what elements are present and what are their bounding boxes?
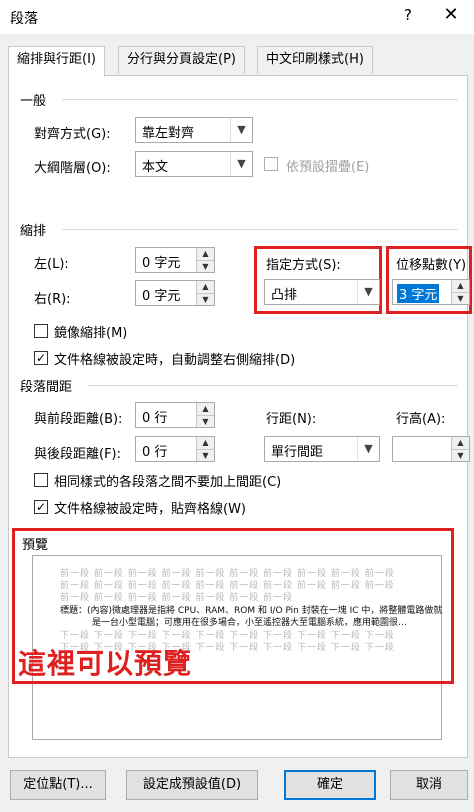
spin-down-icon[interactable]: ▼: [196, 415, 214, 427]
auto-adjust-right-indent-checkbox[interactable]: ✓: [34, 351, 48, 365]
collapse-label: 依預設摺疊(E): [286, 160, 370, 175]
outline-level-select[interactable]: 本文 ▼: [135, 151, 253, 177]
close-button[interactable]: ✕: [438, 4, 464, 28]
line-spacing-value: 單行間距: [271, 445, 324, 460]
title-bar: 段落 ? ✕: [0, 0, 474, 34]
spacing-section-title: 段落間距: [20, 380, 73, 395]
indent-by-label: 位移點數(Y): [396, 258, 467, 273]
spacing-after-value: 0 行: [142, 445, 168, 460]
left-indent-label: 左(L):: [34, 257, 69, 272]
right-indent-value: 0 字元: [142, 289, 181, 304]
general-section-title: 一般: [20, 94, 47, 109]
tab-indents-spacing[interactable]: 縮排與行距(I): [8, 46, 105, 77]
spin-up-icon[interactable]: ▲: [196, 437, 214, 449]
chevron-down-icon: ▼: [230, 152, 252, 176]
tab-line-page-breaks[interactable]: 分行與分頁設定(P): [118, 46, 245, 74]
no-space-same-style-label: 相同樣式的各段落之間不要加上間距(C): [54, 475, 282, 490]
indent-section-title: 縮排: [20, 224, 47, 239]
alignment-label: 對齊方式(G):: [34, 127, 111, 142]
line-height-label: 行高(A):: [396, 412, 446, 427]
spin-up-icon[interactable]: ▲: [451, 437, 469, 449]
line-spacing-label: 行距(N):: [266, 412, 317, 427]
alignment-select[interactable]: 靠左對齊 ▼: [135, 117, 253, 143]
set-as-default-button[interactable]: 設定成預設值(D): [126, 770, 258, 800]
help-button[interactable]: ?: [396, 6, 420, 28]
spin-up-icon[interactable]: ▲: [196, 403, 214, 415]
special-indent-select[interactable]: 凸排 ▼: [264, 279, 380, 305]
auto-adjust-right-indent-label: 文件格線被設定時，自動調整右側縮排(D): [54, 353, 296, 368]
spin-down-icon[interactable]: ▼: [196, 260, 214, 272]
line-spacing-select[interactable]: 單行間距 ▼: [264, 436, 380, 462]
special-indent-value: 凸排: [271, 288, 298, 303]
preview-annotation: 這裡可以預覽: [18, 647, 193, 680]
left-indent-value: 0 字元: [142, 256, 181, 271]
no-space-same-style-checkbox[interactable]: [34, 473, 48, 487]
spacing-after-input[interactable]: 0 行 ▲ ▼: [135, 436, 215, 462]
spacing-after-label: 與後段距離(F):: [34, 447, 122, 462]
spin-up-icon[interactable]: ▲: [196, 248, 214, 260]
spin-down-icon[interactable]: ▼: [451, 292, 469, 304]
collapse-checkbox[interactable]: [264, 157, 278, 171]
divider: [62, 229, 458, 230]
right-indent-label: 右(R):: [34, 292, 71, 307]
tabs-button[interactable]: 定位點(T)...: [10, 770, 106, 800]
spacing-before-input[interactable]: 0 行 ▲ ▼: [135, 402, 215, 428]
spin-down-icon[interactable]: ▼: [451, 449, 469, 461]
chevron-down-icon: ▼: [357, 280, 379, 304]
mirror-indents-checkbox[interactable]: [34, 324, 48, 338]
spin-down-icon[interactable]: ▼: [196, 293, 214, 305]
spin-up-icon[interactable]: ▲: [451, 280, 469, 292]
spacing-before-value: 0 行: [142, 411, 168, 426]
spin-up-icon[interactable]: ▲: [196, 281, 214, 293]
chevron-down-icon: ▼: [230, 118, 252, 142]
cancel-button[interactable]: 取消: [390, 770, 468, 800]
special-indent-label: 指定方式(S):: [266, 258, 341, 273]
tab-asian-typography[interactable]: 中文印刷樣式(H): [257, 46, 373, 74]
spacing-before-label: 與前段距離(B):: [34, 412, 123, 427]
snap-to-grid-checkbox[interactable]: ✓: [34, 500, 48, 514]
dialog-title: 段落: [10, 11, 38, 27]
line-height-input[interactable]: ▲ ▼: [392, 436, 470, 462]
mirror-indents-label: 鏡像縮排(M): [54, 326, 128, 341]
alignment-value: 靠左對齊: [142, 126, 195, 141]
divider: [88, 385, 458, 386]
snap-to-grid-label: 文件格線被設定時，貼齊格線(W): [54, 502, 246, 517]
right-indent-input[interactable]: 0 字元 ▲ ▼: [135, 280, 215, 306]
outline-level-value: 本文: [142, 160, 169, 175]
outline-level-label: 大綱階層(O):: [34, 161, 111, 176]
divider: [62, 99, 458, 100]
indent-by-input[interactable]: 3 字元 ▲ ▼: [392, 279, 470, 305]
ok-button[interactable]: 確定: [284, 770, 376, 800]
spin-down-icon[interactable]: ▼: [196, 449, 214, 461]
indent-by-value: 3 字元: [397, 284, 440, 303]
chevron-down-icon: ▼: [357, 437, 379, 461]
left-indent-input[interactable]: 0 字元 ▲ ▼: [135, 247, 215, 273]
